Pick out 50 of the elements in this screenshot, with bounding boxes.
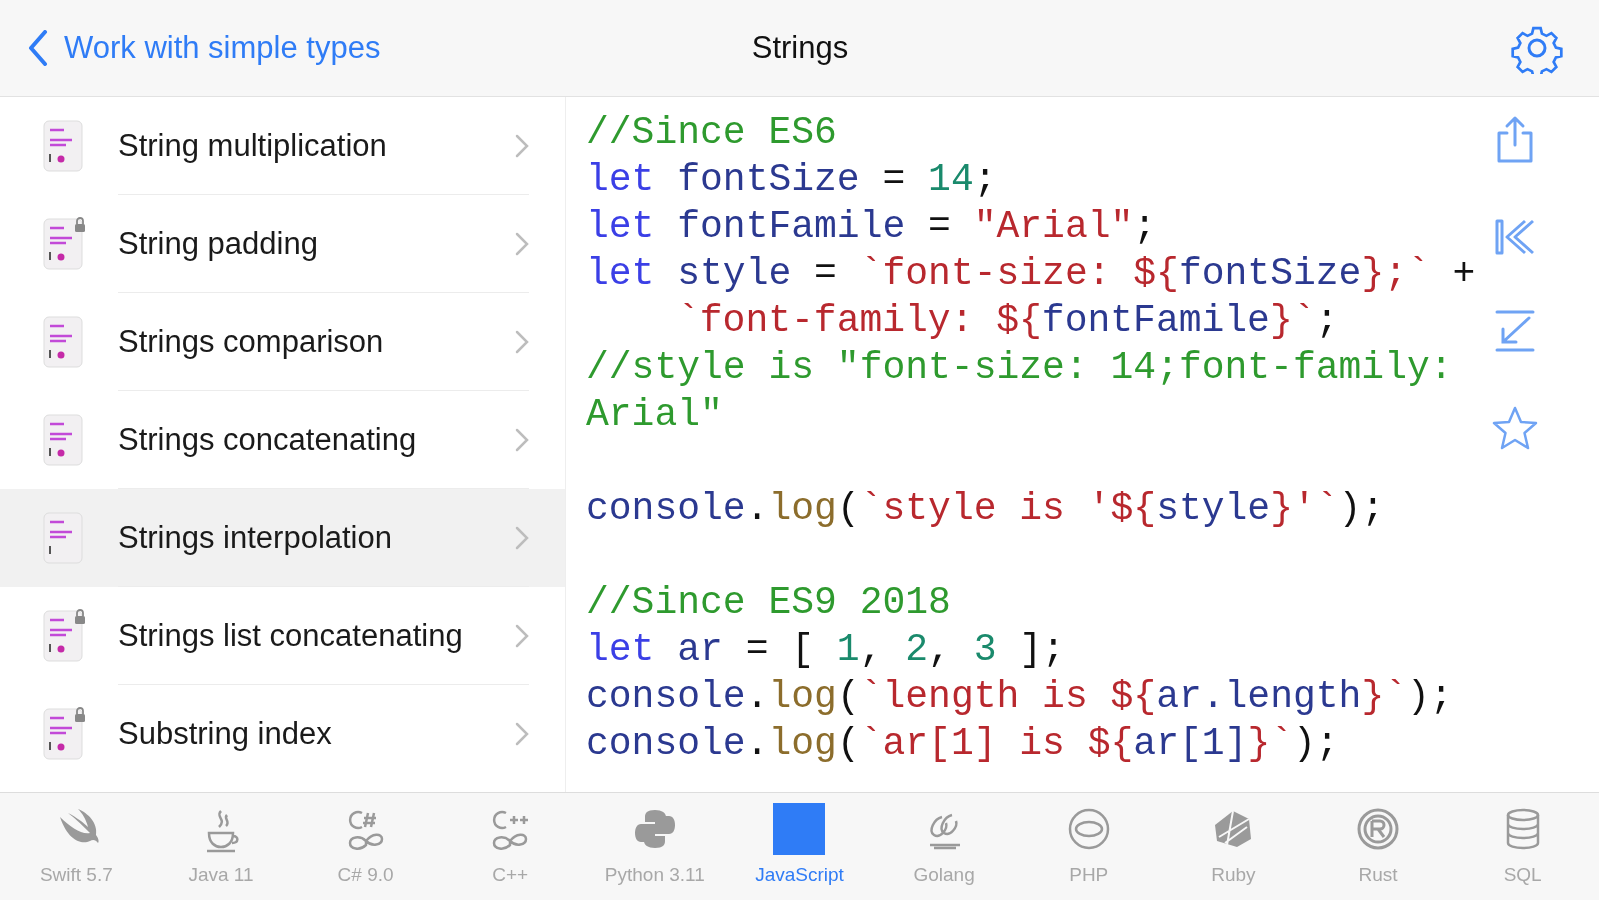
topic-label: Strings comparison [118,322,385,361]
code-line: console.log(`ar[1] is ${ar[1]}`); [586,721,1339,767]
chevron-right-icon [515,133,529,158]
favorite-button[interactable] [1491,405,1539,451]
code-document-icon [40,608,88,664]
language-tab[interactable]: Java 11 [148,793,294,900]
code-line: console.log(`length is ${ar.length}`); [586,674,1453,720]
language-tab[interactable]: SQL [1450,793,1595,900]
language-tab[interactable]: C++ [437,793,583,900]
code-document-icon [40,706,88,762]
chevron-right-icon [515,231,529,256]
code-line: let style = `font-size: ${fontSize};` + [586,251,1476,297]
code-line: //style is "font-size: 14;font-family: [586,345,1453,391]
chevron-right-icon [515,427,529,452]
chevron-right-icon [515,525,529,550]
language-tab[interactable]: C# 9.0 [293,793,438,900]
language-tab[interactable]: Swift 5.7 [4,793,149,900]
code-line: Arial" [586,392,723,438]
topic-row[interactable]: Strings interpolation [0,489,565,587]
language-tab[interactable]: Rust [1305,793,1451,900]
language-tab[interactable]: PHP [1016,793,1162,900]
chevron-right-icon [515,721,529,746]
star-icon [1491,405,1539,451]
language-tab[interactable]: Python 3.11 [582,793,728,900]
screen-title: Strings [750,28,850,67]
code-line: let ar = [ 1, 2, 3 ]; [586,627,1065,673]
chevron-right-icon [515,329,529,354]
topic-label: String padding [118,224,319,263]
chevron-right-icon [515,623,529,648]
topic-label: Strings interpolation [118,518,393,557]
arrow-down-left-icon [1493,309,1537,353]
step-down-button[interactable] [1493,309,1537,353]
code-line: let fontFamile = "Arial"; [586,204,1157,250]
first-step-button[interactable] [1493,217,1537,257]
topic-label: Strings list concatenating [118,616,464,655]
code-line: `font-family: ${fontFamile}`; [676,298,1339,344]
code-line: let fontSize = 14; [586,157,997,203]
code-line: //Since ES9 2018 [586,580,951,626]
code-line: //Since ES6 [586,110,837,156]
topic-label: Substring index [118,714,333,753]
back-button[interactable]: Work with simple types [28,24,381,72]
chevron-left-icon [28,30,48,66]
language-tab[interactable]: Golang [871,793,1017,900]
topic-label: Strings concatenating [118,420,418,459]
code-line: console.log(`style is '${style}'`); [586,486,1385,532]
skip-back-icon [1493,217,1537,257]
code-document-icon [40,216,88,272]
topic-label: String multiplication [118,126,388,165]
language-tab[interactable]: JavaScript [727,793,872,900]
language-tab[interactable]: Ruby [1161,793,1306,900]
